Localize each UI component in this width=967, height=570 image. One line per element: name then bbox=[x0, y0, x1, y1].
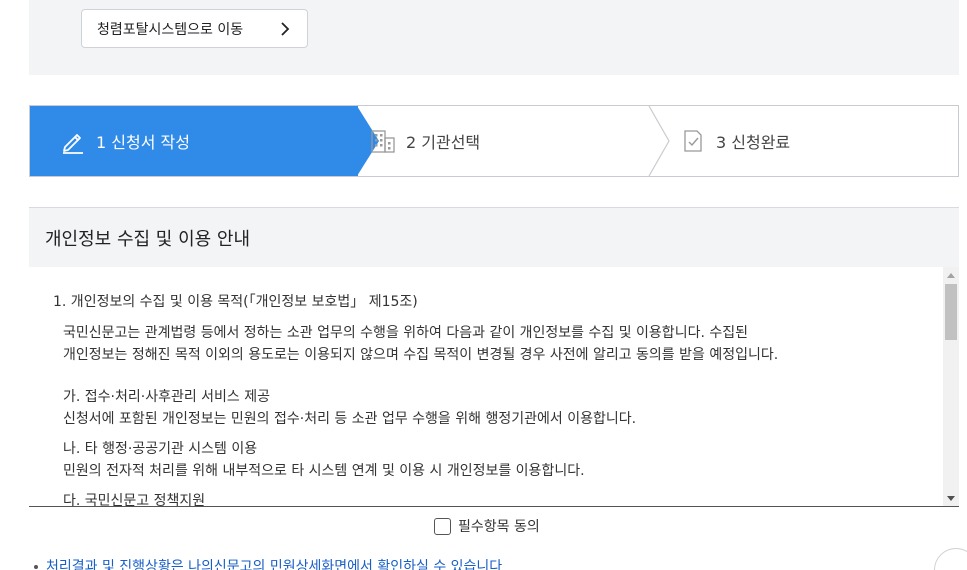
terms-item-title: 나. 타 행정·공공기관 시스템 이용 bbox=[63, 441, 258, 457]
terms-heading: 1. 개인정보의 수집 및 이용 목적(「개인정보 보호법」 제15조) bbox=[53, 294, 418, 310]
required-agree-checkbox[interactable]: 필수항목 동의 bbox=[434, 516, 540, 536]
step-complete: 3 신청완료 bbox=[680, 106, 960, 176]
scroll-thumb[interactable] bbox=[945, 284, 957, 340]
step-label: 1 신청서 작성 bbox=[96, 133, 190, 152]
step-write-application: 1 신청서 작성 bbox=[30, 106, 358, 176]
privacy-terms-content: 1. 개인정보의 수집 및 이용 목적(「개인정보 보호법」 제15조) 국민신… bbox=[53, 291, 933, 507]
scroll-top-button[interactable] bbox=[934, 548, 967, 570]
terms-intro-line: 국민신문고는 관계법령 등에서 정하는 소관 업무의 수행을 위하여 다음과 같… bbox=[63, 325, 748, 341]
portal-system-button[interactable]: 청렴포탈시스템으로 이동 bbox=[81, 9, 308, 48]
terms-item-title: 가. 접수·처리·사후관리 서비스 제공 bbox=[63, 389, 271, 405]
building-icon bbox=[371, 130, 395, 153]
scroll-up-arrow-icon[interactable] bbox=[947, 273, 955, 278]
privacy-terms-box[interactable]: 1. 개인정보의 수집 및 이용 목적(「개인정보 보호법」 제15조) 국민신… bbox=[29, 267, 959, 507]
terms-item-desc: 민원의 전자적 처리를 위해 내부적으로 타 시스템 연계 및 이용 시 개인정… bbox=[63, 463, 585, 479]
top-area: 청렴포탈시스템으로 이동 bbox=[29, 0, 959, 75]
progress-steps: 1 신청서 작성 2 기관선택 3 신청완료 bbox=[29, 105, 959, 177]
step-label: 2 기관선택 bbox=[406, 133, 481, 152]
section-title: 개인정보 수집 및 이용 안내 bbox=[29, 207, 959, 267]
portal-system-button-label: 청렴포탈시스템으로 이동 bbox=[97, 21, 244, 38]
notice-text: 처리결과 및 진행상황은 나의신문고의 민원상세화면에서 확인하실 수 있습니다 bbox=[46, 559, 503, 570]
document-check-icon bbox=[684, 130, 702, 152]
pencil-icon bbox=[63, 134, 83, 154]
notice-link[interactable]: 처리결과 및 진행상황은 나의신문고의 민원상세화면에서 확인하실 수 있습니다 bbox=[34, 556, 502, 570]
step-select-agency: 2 기관선택 bbox=[370, 106, 660, 176]
chevron-right-icon bbox=[281, 22, 290, 36]
required-agree-label: 필수항목 동의 bbox=[458, 519, 540, 535]
step-label: 3 신청완료 bbox=[716, 133, 791, 152]
terms-intro-line: 개인정보는 정해진 목적 이외의 용도로는 이용되지 않으며 수집 목적이 변경… bbox=[63, 347, 779, 363]
terms-item-title: 다. 국민신문고 정책지원 bbox=[63, 493, 206, 507]
scroll-down-arrow-icon[interactable] bbox=[947, 496, 955, 501]
terms-scrollbar[interactable] bbox=[943, 267, 959, 506]
bullet-icon bbox=[34, 565, 38, 569]
checkbox-box[interactable] bbox=[434, 517, 451, 535]
terms-item-desc: 신청서에 포함된 개인정보는 민원의 접수·처리 등 소관 업무 수행을 위해 … bbox=[63, 411, 637, 427]
